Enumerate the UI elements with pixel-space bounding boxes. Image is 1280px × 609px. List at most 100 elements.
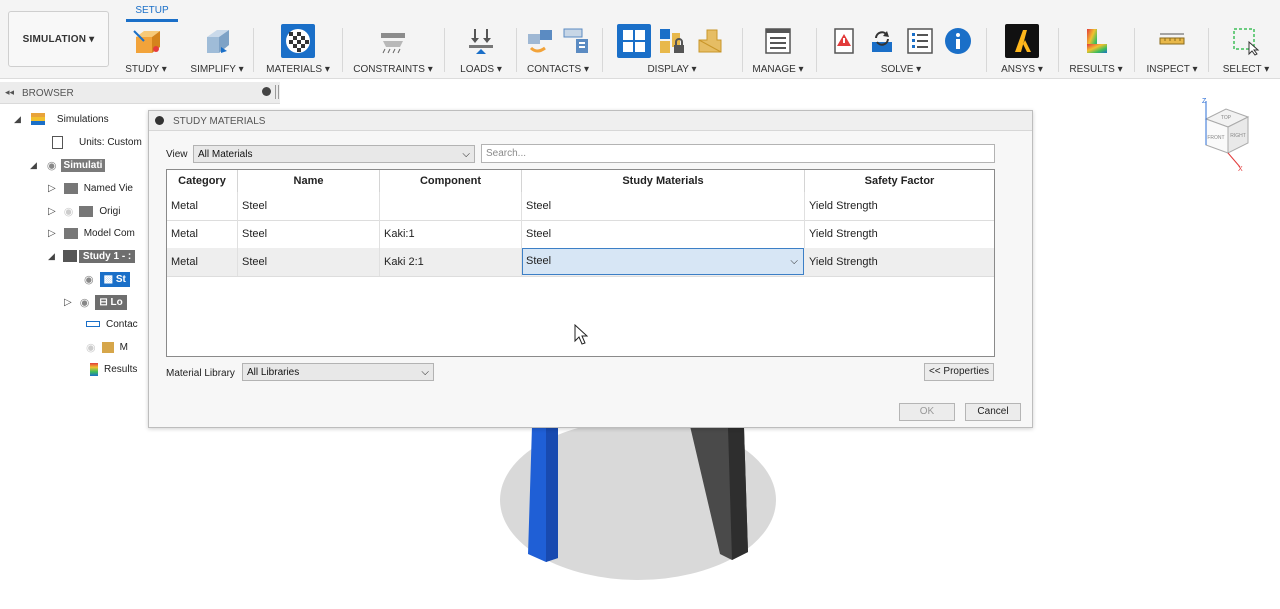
expand-triangle-icon[interactable]: ▷ bbox=[48, 206, 56, 217]
collapse-triangle-icon[interactable]: ◢ bbox=[14, 114, 21, 125]
tree-item-simulations[interactable]: ◢ Simulations bbox=[14, 109, 109, 129]
results-icon[interactable] bbox=[1079, 24, 1113, 58]
expand-triangle-icon[interactable]: ▷ bbox=[64, 297, 72, 308]
inspect-menu-label[interactable]: INSPECT ▾ bbox=[1142, 64, 1202, 75]
study-menu-label[interactable]: STUDY ▾ bbox=[118, 64, 174, 75]
tree-item-loads[interactable]: ▷ ◉ ⊟ Lo bbox=[64, 292, 148, 312]
cell-safety-factor[interactable]: Yield Strength bbox=[805, 220, 994, 248]
collapse-dialog-icon[interactable] bbox=[155, 116, 164, 125]
toolbar-group-display[interactable]: DISPLAY ▾ bbox=[612, 22, 732, 78]
display-menu-label[interactable]: DISPLAY ▾ bbox=[612, 64, 732, 75]
dialog-titlebar[interactable]: STUDY MATERIALS bbox=[149, 111, 1032, 131]
contacts-menu-label[interactable]: CONTACTS ▾ bbox=[522, 64, 594, 75]
results-menu-label[interactable]: RESULTS ▾ bbox=[1066, 64, 1126, 75]
tab-setup[interactable]: SETUP bbox=[126, 0, 178, 22]
pre-check-icon[interactable] bbox=[827, 24, 861, 58]
resize-handle-icon[interactable] bbox=[275, 85, 279, 99]
visibility-eye-icon[interactable]: ◉ bbox=[84, 273, 94, 286]
cancel-button[interactable]: Cancel bbox=[965, 403, 1021, 421]
materials-menu-label[interactable]: MATERIALS ▾ bbox=[262, 64, 334, 75]
toolbar-group-study[interactable]: STUDY ▾ bbox=[118, 22, 174, 78]
tree-item-origin[interactable]: ▷ ◉ Origi bbox=[48, 201, 120, 221]
settings-list-icon[interactable] bbox=[761, 24, 795, 58]
tree-item-study-1[interactable]: ◢ Study 1 - : bbox=[48, 246, 148, 266]
cell-study-material[interactable]: Steel bbox=[522, 192, 805, 220]
column-header-name[interactable]: Name bbox=[238, 170, 380, 192]
ansys-menu-label[interactable]: ANSYS ▾ bbox=[994, 64, 1050, 75]
tree-item-named-views[interactable]: ▷ Named Vie bbox=[48, 178, 133, 198]
visibility-eye-icon[interactable]: ◉ bbox=[64, 205, 74, 218]
material-search-input[interactable] bbox=[481, 144, 995, 163]
view-label: View bbox=[166, 149, 188, 160]
collapse-triangle-icon[interactable]: ◢ bbox=[30, 160, 37, 171]
toolbar-group-results[interactable]: RESULTS ▾ bbox=[1066, 22, 1126, 78]
material-library-select[interactable]: All Libraries ⌵ bbox=[242, 363, 434, 381]
tree-item-contacts[interactable]: Contac bbox=[86, 314, 138, 334]
constraints-menu-label[interactable]: CONSTRAINTS ▾ bbox=[352, 64, 434, 75]
table-row-selected[interactable]: Metal Steel Kaki 2:1 Steel ⌵ Yield Stren… bbox=[167, 248, 994, 276]
simplify-icon[interactable] bbox=[200, 24, 234, 58]
visibility-eye-icon[interactable]: ◉ bbox=[47, 159, 57, 172]
loads-menu-label[interactable]: LOADS ▾ bbox=[452, 64, 510, 75]
job-status-icon[interactable] bbox=[903, 24, 937, 58]
display-layout-icon[interactable] bbox=[617, 24, 651, 58]
manage-menu-label[interactable]: MANAGE ▾ bbox=[748, 64, 808, 75]
automatic-contacts-icon[interactable] bbox=[524, 24, 556, 58]
tree-item-label: Results bbox=[104, 363, 138, 375]
column-header-category[interactable]: Category bbox=[167, 170, 238, 192]
toolbar-group-contacts[interactable]: CONTACTS ▾ bbox=[522, 22, 594, 78]
study-materials-icon[interactable] bbox=[281, 24, 315, 58]
table-row[interactable]: Metal Steel Kaki:1 Steel Yield Strength bbox=[167, 220, 994, 248]
visibility-eye-icon[interactable]: ◉ bbox=[80, 296, 90, 309]
toolbar-group-ansys[interactable]: ANSYS ▾ bbox=[994, 22, 1050, 78]
column-header-component[interactable]: Component bbox=[380, 170, 522, 192]
new-study-icon[interactable] bbox=[129, 24, 163, 58]
structural-load-icon[interactable] bbox=[464, 24, 498, 58]
expand-triangle-icon[interactable]: ▷ bbox=[48, 228, 56, 239]
collapse-triangle-icon[interactable]: ◢ bbox=[48, 251, 55, 262]
study-material-dropdown[interactable]: Steel ⌵ bbox=[522, 248, 804, 275]
column-header-study-materials[interactable]: Study Materials bbox=[522, 170, 805, 192]
tree-item-simulation-model[interactable]: ◢ ◉ Simulati bbox=[30, 155, 148, 175]
view-filter-select[interactable]: All Materials ⌵ bbox=[193, 145, 475, 163]
solve-menu-label[interactable]: SOLVE ▾ bbox=[824, 64, 978, 75]
ansys-icon[interactable] bbox=[1005, 24, 1039, 58]
select-menu-label[interactable]: SELECT ▾ bbox=[1216, 64, 1276, 75]
blue-leg-part[interactable] bbox=[528, 426, 558, 562]
view-cube[interactable]: TOP FRONT RIGHT Z X bbox=[1202, 98, 1250, 173]
info-icon[interactable] bbox=[941, 24, 975, 58]
toolbar-group-constraints[interactable]: CONSTRAINTS ▾ bbox=[352, 22, 434, 78]
cell-safety-factor[interactable]: Yield Strength bbox=[805, 248, 994, 276]
toolbar-group-inspect[interactable]: INSPECT ▾ bbox=[1142, 22, 1202, 78]
table-row[interactable]: Metal Steel Steel Yield Strength bbox=[167, 192, 994, 220]
measure-icon[interactable] bbox=[1155, 24, 1189, 58]
toolbar-group-materials[interactable]: MATERIALS ▾ bbox=[262, 22, 334, 78]
structural-constraint-icon[interactable] bbox=[376, 24, 410, 58]
toolbar-group-manage[interactable]: MANAGE ▾ bbox=[748, 22, 808, 78]
workspace-switcher-button[interactable]: SIMULATION ▾ bbox=[8, 11, 109, 67]
cell-study-material[interactable]: Steel bbox=[522, 220, 805, 248]
tree-item-units[interactable]: Units: Custom bbox=[52, 132, 142, 152]
window-select-icon[interactable] bbox=[1229, 24, 1263, 58]
properties-button[interactable]: << Properties bbox=[924, 363, 994, 381]
expand-triangle-icon[interactable]: ▷ bbox=[48, 183, 56, 194]
toolbar-group-simplify[interactable]: SIMPLIFY ▾ bbox=[186, 22, 248, 78]
manual-contacts-icon[interactable] bbox=[560, 24, 592, 58]
locked-components-icon[interactable] bbox=[655, 24, 689, 58]
toolbar-group-solve[interactable]: SOLVE ▾ bbox=[824, 22, 978, 78]
collapse-panel-icon[interactable]: ◂◂ bbox=[5, 87, 14, 98]
tree-item-mesh[interactable]: ◉ M bbox=[86, 337, 128, 357]
component-colors-icon[interactable] bbox=[693, 24, 727, 58]
solve-icon[interactable] bbox=[865, 24, 899, 58]
toolbar-group-select[interactable]: SELECT ▾ bbox=[1216, 22, 1276, 78]
simplify-menu-label[interactable]: SIMPLIFY ▾ bbox=[186, 64, 248, 75]
tree-item-results[interactable]: Results bbox=[90, 359, 137, 379]
toolbar-group-loads[interactable]: LOADS ▾ bbox=[452, 22, 510, 78]
visibility-eye-icon[interactable]: ◉ bbox=[86, 341, 96, 354]
tree-item-study-materials[interactable]: ◉ ▩ St bbox=[84, 269, 148, 289]
ok-button[interactable]: OK bbox=[899, 403, 955, 421]
cell-safety-factor[interactable]: Yield Strength bbox=[805, 192, 994, 220]
pin-icon[interactable] bbox=[262, 87, 271, 96]
tree-item-model-components[interactable]: ▷ Model Com bbox=[48, 223, 135, 243]
column-header-safety-factor[interactable]: Safety Factor bbox=[805, 170, 994, 192]
